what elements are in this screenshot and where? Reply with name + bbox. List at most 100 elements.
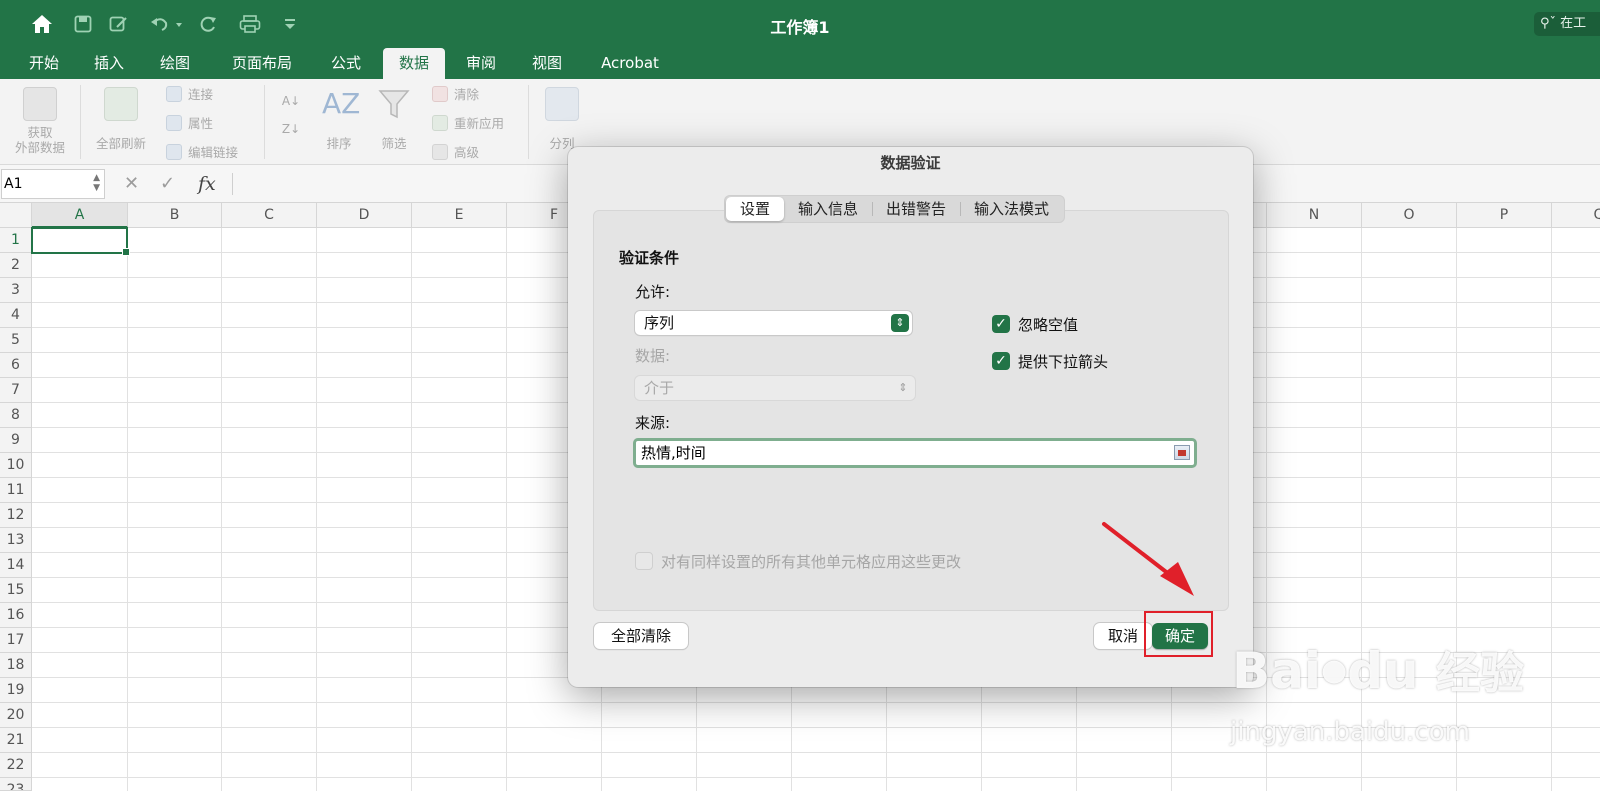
title-bar: 工作簿1 ⚲ˇ 在工 <box>0 0 1600 48</box>
row-header[interactable]: 9 <box>0 428 32 453</box>
clear-filter-button[interactable]: 清除 <box>432 84 479 103</box>
row-header[interactable]: 10 <box>0 453 32 478</box>
clear-all-button[interactable]: 全部清除 <box>594 623 688 649</box>
criteria-heading: 验证条件 <box>619 249 680 267</box>
in-cell-dropdown-checkbox[interactable]: ✓ <box>992 352 1010 370</box>
filter-icon <box>377 87 411 121</box>
data-select: 介于 ⇕ <box>635 376 915 400</box>
column-header[interactable]: Q <box>1552 203 1600 228</box>
refresh-all-button[interactable]: 全部刷新 <box>88 87 154 151</box>
row-header[interactable]: 17 <box>0 628 32 653</box>
tab-review[interactable]: 审阅 <box>455 48 507 79</box>
get-external-data-button[interactable]: 获取 外部数据 <box>8 87 72 155</box>
dialog-tabs: 设置 输入信息 出错警告 输入法模式 <box>724 195 1066 223</box>
cancel-entry-icon[interactable]: ✕ <box>124 169 139 199</box>
source-label: 来源: <box>635 414 671 432</box>
column-header[interactable]: D <box>317 203 412 228</box>
row-header[interactable]: 16 <box>0 603 32 628</box>
advanced-label: 高级 <box>454 145 480 160</box>
tab-view[interactable]: 视图 <box>521 48 573 79</box>
formula-divider <box>232 173 233 195</box>
range-picker-icon[interactable] <box>1174 445 1190 460</box>
selected-cell-a1[interactable] <box>31 227 130 256</box>
row-header[interactable]: 18 <box>0 653 32 678</box>
dialog-title: 数据验证 <box>880 154 941 172</box>
row-header[interactable]: 20 <box>0 703 32 728</box>
tab-insert[interactable]: 插入 <box>83 48 135 79</box>
row-header[interactable]: 3 <box>0 278 32 303</box>
filter-button[interactable]: 筛选 <box>373 87 415 151</box>
gridline <box>32 777 1600 778</box>
connections-button[interactable]: 连接 <box>166 84 213 103</box>
row-header[interactable]: 5 <box>0 328 32 353</box>
row-header[interactable]: 2 <box>0 253 32 278</box>
sort-icon: AZ <box>322 87 361 120</box>
select-all-corner[interactable] <box>0 203 32 228</box>
tab-ime-mode[interactable]: 输入法模式 <box>960 197 1063 221</box>
data-value: 介于 <box>644 379 675 397</box>
row-header[interactable]: 14 <box>0 553 32 578</box>
tab-error-alert[interactable]: 出错警告 <box>872 197 960 221</box>
gridline <box>506 228 507 791</box>
properties-button[interactable]: 属性 <box>166 113 213 132</box>
refresh-icon <box>104 87 138 121</box>
tab-input-message[interactable]: 输入信息 <box>784 197 872 221</box>
row-header[interactable]: 4 <box>0 303 32 328</box>
row-header[interactable]: 6 <box>0 353 32 378</box>
confirm-entry-icon[interactable]: ✓ <box>160 169 175 199</box>
ignore-blank-checkbox[interactable]: ✓ <box>992 315 1010 333</box>
allow-select[interactable]: 序列 ⇕ <box>635 311 912 335</box>
text-to-columns-button[interactable]: 分列 <box>538 87 586 151</box>
source-input[interactable]: 热情,时间 <box>633 438 1197 468</box>
row-header[interactable]: 22 <box>0 753 32 778</box>
search-box[interactable]: ⚲ˇ 在工 <box>1534 12 1600 36</box>
row-header[interactable]: 19 <box>0 678 32 703</box>
advanced-filter-icon <box>432 143 448 160</box>
insert-function-button[interactable]: fx <box>198 169 216 199</box>
row-header[interactable]: 13 <box>0 528 32 553</box>
advanced-button[interactable]: 高级 <box>432 142 479 161</box>
tab-acrobat[interactable]: Acrobat <box>590 48 670 79</box>
column-header[interactable]: P <box>1457 203 1552 228</box>
row-header[interactable]: 15 <box>0 578 32 603</box>
column-header[interactable]: O <box>1362 203 1457 228</box>
tab-home[interactable]: 开始 <box>18 48 70 79</box>
tab-settings[interactable]: 设置 <box>726 197 785 221</box>
tab-page-layout[interactable]: 页面布局 <box>220 48 304 79</box>
search-icon: ⚲ˇ <box>1540 16 1557 31</box>
clear-label: 清除 <box>454 87 480 102</box>
row-header[interactable]: 23 <box>0 778 32 791</box>
tab-draw[interactable]: 绘图 <box>149 48 201 79</box>
tab-formulas[interactable]: 公式 <box>320 48 372 79</box>
search-text: 在工 <box>1560 16 1587 31</box>
column-header[interactable]: E <box>412 203 507 228</box>
gridline <box>411 228 412 791</box>
gridline <box>221 228 222 791</box>
row-header[interactable]: 11 <box>0 478 32 503</box>
ok-highlight-box <box>1144 611 1213 657</box>
tab-data[interactable]: 数据 <box>383 48 445 79</box>
apply-all-checkbox[interactable] <box>635 552 653 570</box>
column-header[interactable]: B <box>128 203 222 228</box>
ribbon-divider <box>264 85 265 159</box>
row-header[interactable]: 12 <box>0 503 32 528</box>
edit-links-icon <box>166 143 182 160</box>
text-to-columns-icon <box>545 87 579 121</box>
sort-button[interactable]: AZ 排序 <box>318 87 360 151</box>
reapply-button[interactable]: 重新应用 <box>432 113 504 132</box>
reapply-icon <box>432 114 448 131</box>
column-header[interactable]: N <box>1267 203 1362 228</box>
edit-links-button[interactable]: 编辑链接 <box>166 142 238 161</box>
sort-az-button[interactable]: A↓ Z↓ <box>278 87 304 151</box>
ignore-blank-label: 忽略空值 <box>1018 316 1079 334</box>
row-header[interactable]: 1 <box>0 228 32 253</box>
reapply-label: 重新应用 <box>454 116 505 131</box>
column-header[interactable]: C <box>222 203 317 228</box>
name-box-stepper-icon[interactable]: ▲ ▼ <box>93 173 100 193</box>
row-header[interactable]: 21 <box>0 728 32 753</box>
row-header[interactable]: 7 <box>0 378 32 403</box>
column-header[interactable]: A <box>32 203 128 228</box>
name-box[interactable]: A1 ▲ ▼ <box>1 169 105 199</box>
row-header[interactable]: 8 <box>0 403 32 428</box>
database-icon <box>23 87 57 121</box>
